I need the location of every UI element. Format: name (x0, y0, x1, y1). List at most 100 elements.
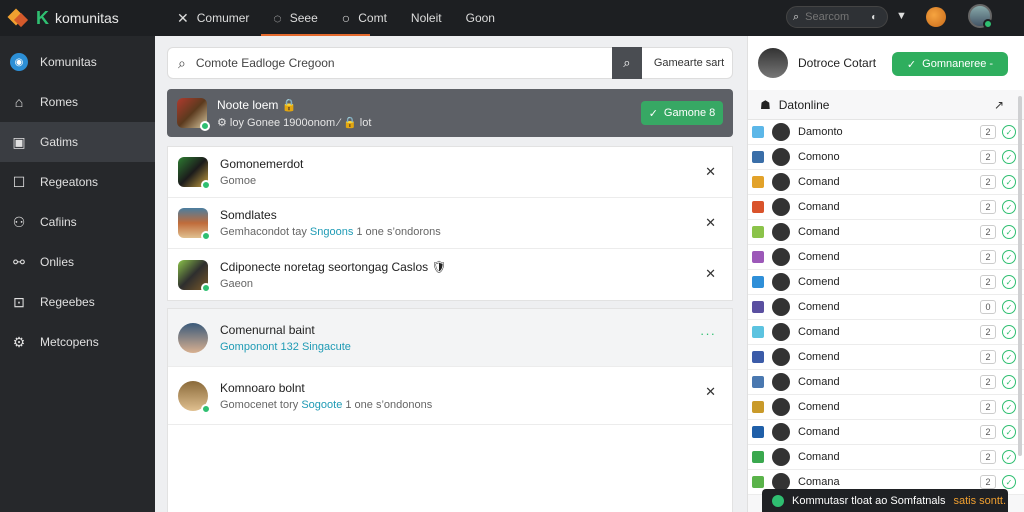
brand[interactable]: K komunitas (0, 0, 155, 36)
user-row[interactable]: Comand 2 ✓ (748, 170, 1024, 195)
check-icon[interactable]: ✓ (1002, 275, 1016, 289)
item-subtitle-link[interactable]: Gomponont 132 Singacute (220, 341, 351, 353)
topnav-item-seee[interactable]: ◌ Seee (261, 0, 371, 36)
list-icon: ⊡ (13, 293, 25, 310)
item-subtitle-link[interactable]: Sngoons (310, 226, 353, 238)
check-icon[interactable]: ✓ (1002, 325, 1016, 339)
check-icon[interactable]: ✓ (1002, 425, 1016, 439)
user-row[interactable]: Comend 2 ✓ (748, 345, 1024, 370)
profile-name: Dotroce Cotart (798, 56, 877, 70)
user-name: Comand (798, 326, 840, 338)
scrollbar[interactable] (1018, 96, 1022, 456)
list-item[interactable]: Comenurnal baint Gomponont 132 Singacute… (168, 309, 732, 367)
avatar[interactable] (758, 48, 788, 78)
sidebar-item-label: Romes (40, 95, 79, 109)
coin-icon[interactable] (926, 7, 946, 27)
notification-toast[interactable]: Kommutasr tloat ao Somfatnals satis sont… (762, 489, 1008, 512)
check-icon[interactable]: ✓ (1002, 475, 1016, 489)
top-nav: ✕ Comumer ◌ Seee ○ Comt Noleit Goon (165, 0, 507, 36)
chevron-down-icon[interactable]: ▼ (896, 10, 907, 22)
user-row[interactable]: Comend 0 ✓ (748, 295, 1024, 320)
sidebar-item-regeatons[interactable]: ☐ Regeatons (0, 162, 155, 202)
check-icon[interactable]: ✓ (1002, 400, 1016, 414)
top-search[interactable]: ⌕ ◐ (786, 6, 888, 28)
sidebar-item-metcopens[interactable]: ⚙ Metcopens (0, 322, 155, 362)
user-row[interactable]: Comand 2 ✓ (748, 220, 1024, 245)
close-icon[interactable]: ✕ (705, 266, 716, 282)
users-icon: ⚯ (13, 253, 25, 270)
topnav-label: Goon (465, 11, 495, 25)
list-item[interactable]: Cdiponecte noretag seortongag Caslos 🛡 G… (168, 249, 732, 300)
user-name: Comand (798, 451, 840, 463)
sidebar-item-games[interactable]: ▣ Gatims (0, 122, 155, 162)
check-icon: ✓ (648, 107, 658, 120)
message-list: Comenurnal baint Gomponont 132 Singacute… (167, 308, 733, 512)
check-icon[interactable]: ✓ (1002, 350, 1016, 364)
sidebar-item-regeebes[interactable]: ⊡ Regeebes (0, 282, 155, 322)
toast-highlight: satis sontt. (953, 494, 1007, 507)
avatar[interactable] (968, 4, 993, 29)
list-item[interactable]: Komnoaro bolnt Gomocenet tory Sogoote 1 … (168, 367, 732, 425)
check-icon[interactable]: ✓ (1002, 250, 1016, 264)
check-icon[interactable]: ✓ (1002, 175, 1016, 189)
search-button[interactable]: ⌕ (611, 47, 642, 79)
topnav-item-comt[interactable]: ○ Comt (330, 0, 399, 36)
user-count: 2 (980, 425, 996, 439)
topnav-item-goon[interactable]: Goon (454, 0, 507, 36)
top-bar: K komunitas ✕ Comumer ◌ Seee ○ Comt Nole… (0, 0, 1024, 36)
sidebar-item-onlies[interactable]: ⚯ Onlies (0, 242, 155, 282)
sidebar-item-cafiins[interactable]: ⚇ Cafiins (0, 202, 155, 242)
user-row[interactable]: Comand 2 ✓ (748, 370, 1024, 395)
user-row[interactable]: Comend 2 ✓ (748, 395, 1024, 420)
top-search-input[interactable] (805, 11, 866, 23)
item-subtitle-link[interactable]: Sogoote (301, 399, 342, 411)
list-item[interactable]: Somdlates Gemhacondot tay Sngoons 1 one … (168, 198, 732, 249)
check-icon[interactable]: ✓ (1002, 225, 1016, 239)
user-count: 2 (980, 275, 996, 289)
action-button[interactable]: ✓ Gomnaneree - (892, 52, 1008, 76)
join-button[interactable]: ✓ Gamone 8 (641, 101, 723, 125)
close-icon[interactable]: ✕ (705, 164, 716, 180)
item-title: Gomonemerdot (220, 157, 304, 171)
sidebar-item-label: Cafiins (40, 215, 77, 229)
check-icon[interactable]: ✓ (1002, 300, 1016, 314)
user-row[interactable]: Comono 2 ✓ (748, 145, 1024, 170)
user-row[interactable]: Comend 2 ✓ (748, 245, 1024, 270)
close-icon[interactable]: ✕ (705, 384, 716, 400)
sidebar-item-home[interactable]: ⌂ Romes (0, 82, 155, 122)
square-icon: ☐ (12, 173, 26, 190)
main-search-input[interactable] (185, 56, 606, 70)
sidebar-item-label: Regeatons (40, 175, 99, 189)
check-icon[interactable]: ✓ (1002, 150, 1016, 164)
check-icon[interactable]: ✓ (1002, 375, 1016, 389)
check-icon[interactable]: ✓ (1002, 200, 1016, 214)
user-row[interactable]: Comand 2 ✓ (748, 195, 1024, 220)
check-icon[interactable]: ✓ (1002, 450, 1016, 464)
search-extra-link[interactable]: Gamearte sart (642, 57, 724, 69)
join-button-label: Gamone 8 (663, 107, 716, 119)
check-icon[interactable]: ✓ (1002, 125, 1016, 139)
topnav-item-noleit[interactable]: Noleit (399, 0, 454, 36)
user-icon: ⚇ (12, 213, 26, 230)
close-icon[interactable]: ✕ (705, 215, 716, 231)
sidebar-item-komunitas[interactable]: ◉ Komunitas (0, 42, 155, 82)
more-icon[interactable]: ··· (700, 326, 716, 341)
user-row[interactable]: Comand 2 ✓ (748, 445, 1024, 470)
user-row[interactable]: Comand 2 ✓ (748, 420, 1024, 445)
topnav-item-comumer[interactable]: ✕ Comumer (165, 0, 261, 36)
user-row[interactable]: Comand 2 ✓ (748, 320, 1024, 345)
list-item[interactable]: Gomonemerdot Gomoe ✕ (168, 147, 732, 198)
activity-list: Gomonemerdot Gomoe ✕ Somdlates Gemhacond… (167, 146, 733, 301)
expand-icon[interactable]: ↗ (994, 98, 1004, 112)
user-row[interactable]: Damonto 2 ✓ (748, 120, 1024, 145)
avatar (772, 423, 790, 441)
user-count: 2 (980, 250, 996, 264)
featured-game[interactable]: Noote loem 🔒 ⚙ loy Gonee 1900onom ⁄ 🔒 lo… (167, 89, 733, 137)
online-icon: ☗ (760, 97, 771, 112)
avatar (178, 322, 208, 353)
user-row[interactable]: Comend 2 ✓ (748, 270, 1024, 295)
online-status-icon (201, 282, 211, 293)
online-title: Datonline (778, 97, 830, 112)
toggle-icon[interactable]: ◐ (871, 12, 877, 23)
user-name: Comend (798, 251, 840, 263)
